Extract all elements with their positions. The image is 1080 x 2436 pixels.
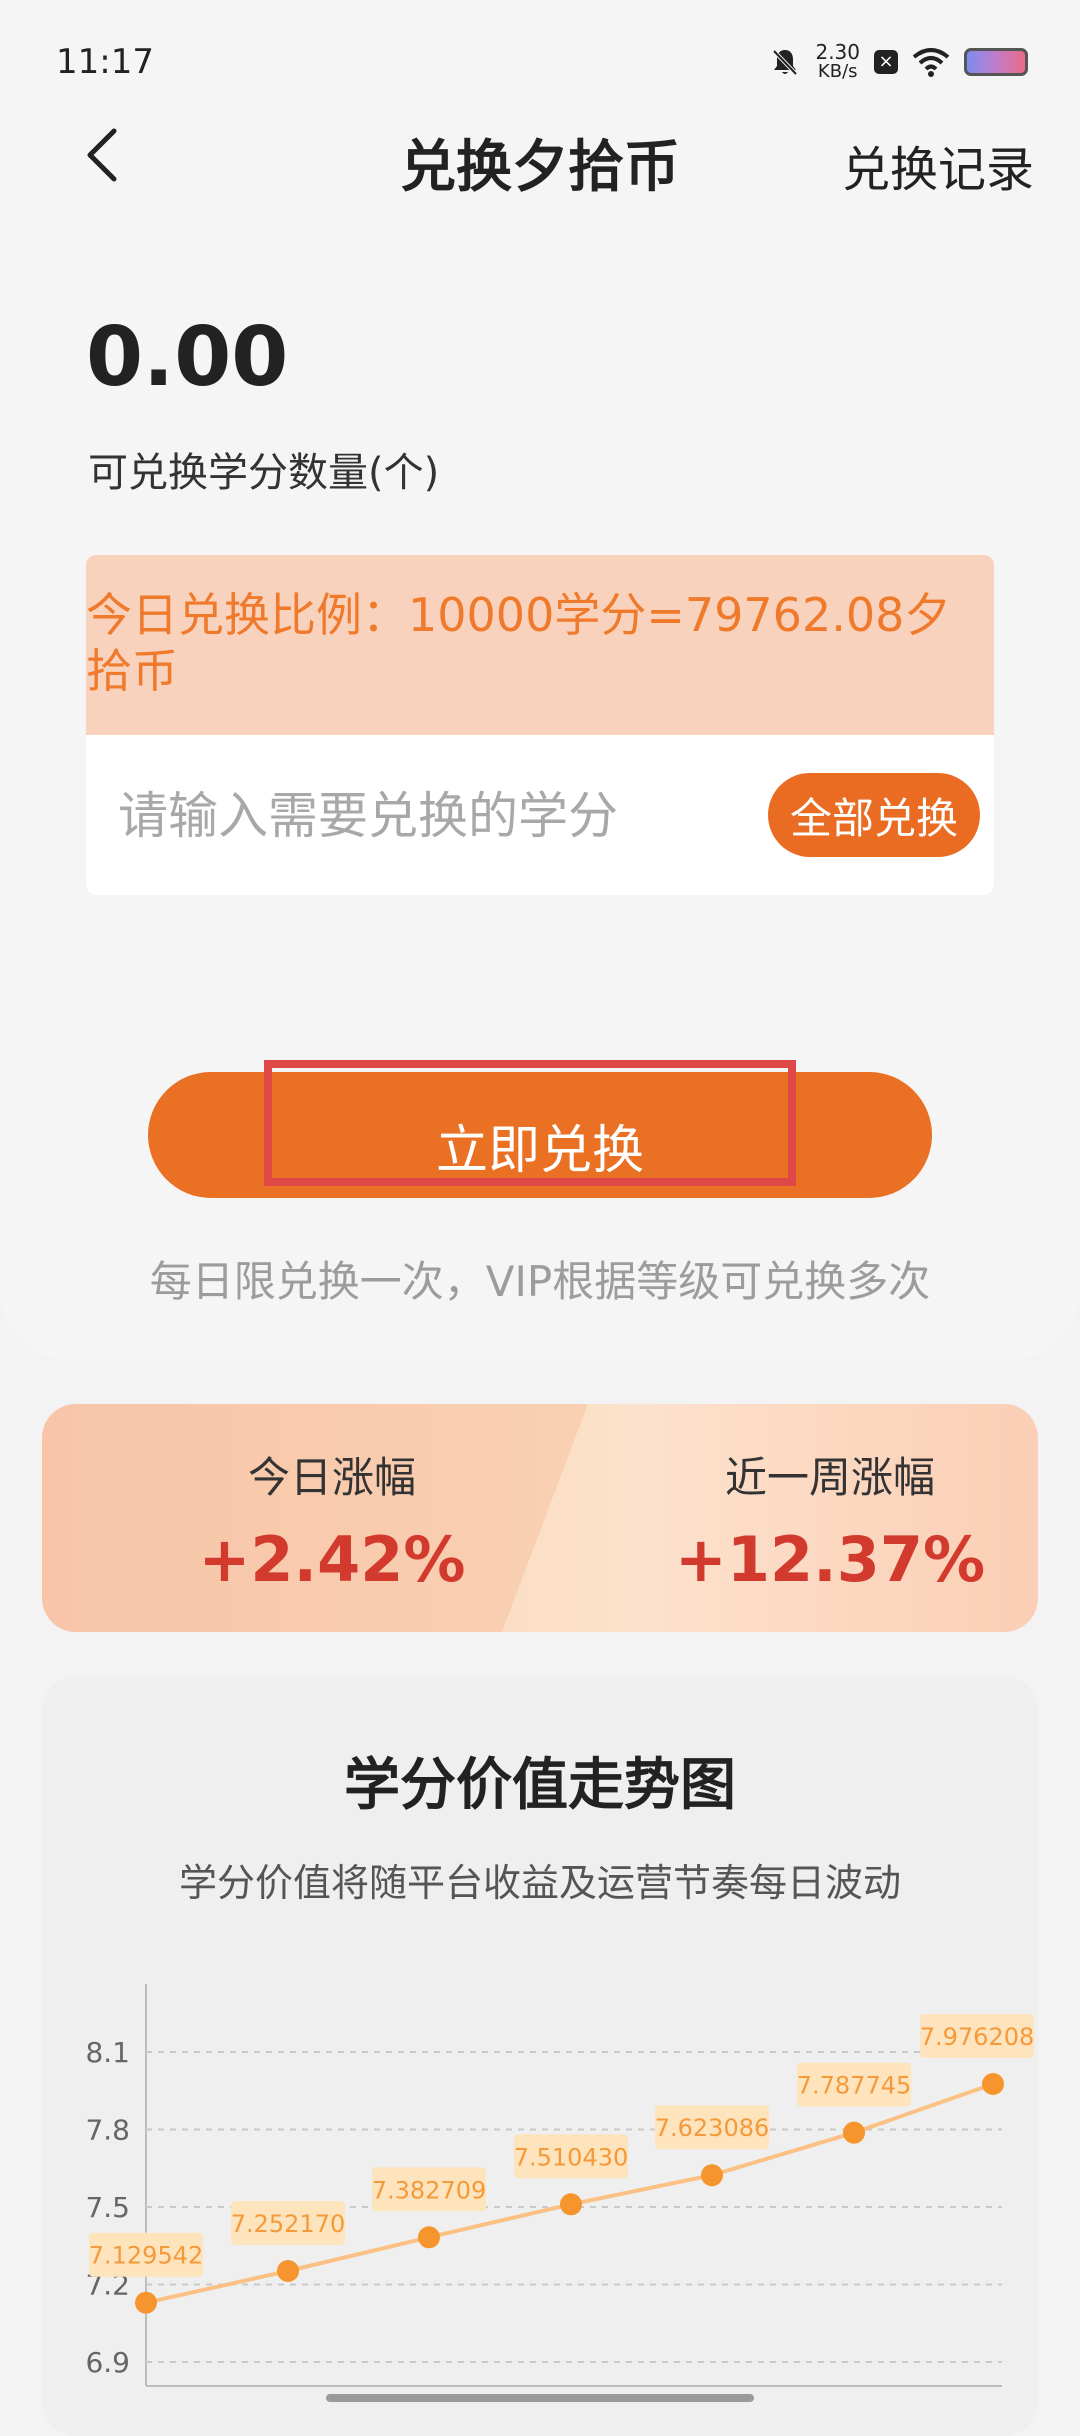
today-growth: 今日涨幅 +2.42% [122, 1444, 542, 1596]
trend-subtitle: 学分价值将随平台收益及运营节奏每日波动 [178, 1861, 901, 1905]
exchange-now-button[interactable]: 立即兑换 [148, 1060, 932, 1198]
data-point [135, 2291, 157, 2314]
battery-icon [964, 48, 1028, 76]
data-label: 7.787745 [797, 2072, 912, 2100]
home-indicator [326, 2394, 754, 2402]
credit-amount-input[interactable] [116, 765, 780, 867]
exchange-rate-text: 今日兑换比例：10000学分=79762.08夕拾币 [86, 588, 951, 698]
data-point [560, 2193, 582, 2216]
week-growth-value: +12.37% [674, 1523, 986, 1596]
week-growth: 近一周涨幅 +12.37% [620, 1444, 1038, 1596]
net-speed: 2.30 KB/s [815, 40, 860, 82]
data-label: 7.510430 [514, 2143, 629, 2171]
today-growth-value: +2.42% [198, 1523, 466, 1596]
y-tick-label: 8.1 [85, 2036, 130, 2069]
data-label: 7.623086 [655, 2114, 770, 2142]
data-point [982, 2072, 1004, 2095]
status-time: 11:17 [56, 42, 154, 82]
net-speed-unit: KB/s [817, 61, 858, 82]
data-point [418, 2226, 440, 2249]
credit-balance: 0.00 [86, 310, 289, 405]
y-tick-label: 6.9 [85, 2346, 130, 2379]
mute-bell-icon [773, 49, 798, 76]
data-point [277, 2260, 299, 2283]
exchange-now-label: 立即兑换 [435, 1121, 644, 1181]
today-growth-label: 今日涨幅 [247, 1453, 416, 1502]
week-growth-label: 近一周涨幅 [724, 1453, 935, 1502]
data-label: 7.252170 [231, 2210, 346, 2238]
exchange-record-link[interactable]: 兑换记录 [842, 130, 1034, 200]
status-bar: 11:17 2.30 KB/s × [0, 0, 1080, 120]
data-label: 7.976208 [920, 2023, 1035, 2051]
data-label: 7.382709 [372, 2176, 487, 2204]
growth-stats-card: 今日涨幅 +2.42% 近一周涨幅 +12.37% [42, 1404, 1038, 1632]
y-tick-label: 7.8 [85, 2114, 130, 2147]
credit-input-row: 全部兑换 [86, 735, 994, 895]
trend-title: 学分价值走势图 [344, 1753, 736, 1818]
exchange-limit-note: 每日限兑换一次，VIP根据等级可兑换多次 [149, 1257, 931, 1306]
status-icons: 2.30 KB/s × [769, 40, 1028, 84]
exchange-panel: 11:17 2.30 KB/s × 兑换夕拾币 兑换记录 0.00 可兑换学分数… [0, 0, 1080, 1360]
trend-card: 学分价值走势图 学分价值将随平台收益及运营节奏每日波动 6.9 7.2 7.5 7.8… [42, 1676, 1038, 2436]
nav-bar: 兑换夕拾币 兑换记录 [0, 110, 1080, 200]
app-close-icon: × [874, 50, 898, 74]
credit-value-line-chart: 6.97.27.57.88.17.1295427.2521707.3827097… [85, 1984, 1035, 2387]
y-tick-label: 7.5 [85, 2191, 130, 2224]
net-speed-value: 2.30 [815, 40, 860, 64]
exchange-all-button[interactable]: 全部兑换 [768, 773, 980, 857]
exchange-rate-box: 今日兑换比例：10000学分=79762.08夕拾币 全部兑换 [86, 555, 994, 895]
series-line [145, 2082, 994, 2305]
data-point [701, 2164, 723, 2187]
data-point [843, 2121, 865, 2144]
wifi-icon [912, 48, 950, 77]
credit-balance-label: 可兑换学分数量(个) [88, 450, 440, 496]
data-label: 7.129542 [89, 2242, 204, 2270]
